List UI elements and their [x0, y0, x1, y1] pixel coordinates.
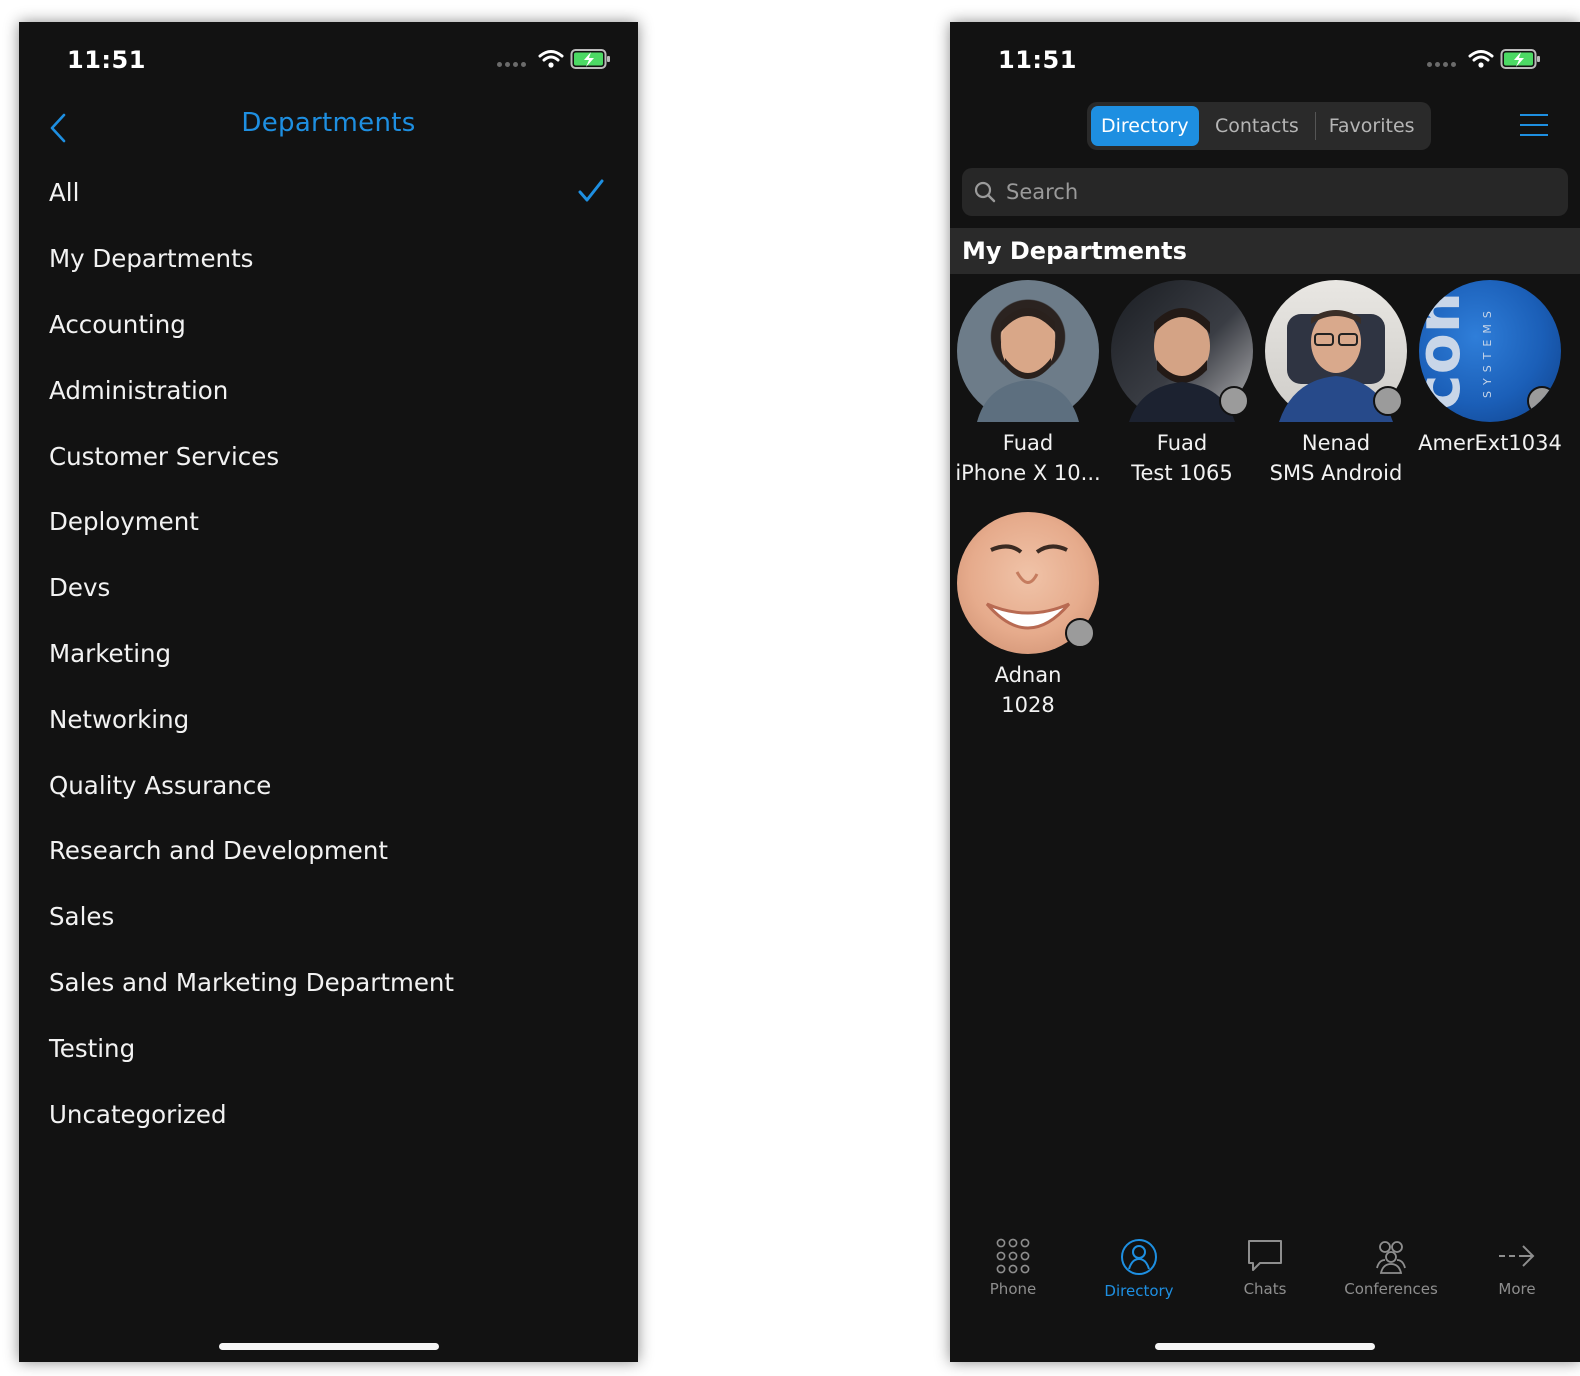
- department-label: My Departments: [49, 244, 254, 274]
- wifi-icon: [1468, 50, 1494, 68]
- status-time: 11:51: [67, 46, 146, 74]
- tab-label: More: [1498, 1280, 1536, 1298]
- departments-screen: 11:51 Departments All My Departments Acc…: [19, 22, 638, 1362]
- view-switcher: Directory Contacts Favorites: [1087, 102, 1431, 150]
- search-bar: [962, 168, 1568, 216]
- department-label: Quality Assurance: [49, 770, 272, 800]
- presence-indicator: [1065, 618, 1095, 648]
- battery-icon: [570, 49, 610, 69]
- tab-directory-bottom[interactable]: Directory: [1076, 1238, 1202, 1318]
- department-item-customer-services[interactable]: Customer Services: [19, 423, 638, 489]
- signal-icon: [1427, 61, 1456, 67]
- department-label: Networking: [49, 704, 190, 734]
- avatar-photo: [977, 308, 1079, 422]
- tab-favorites[interactable]: Favorites: [1316, 106, 1427, 146]
- signal-icon: [497, 61, 526, 67]
- person-icon: [1121, 1239, 1157, 1275]
- hamburger-menu-icon[interactable]: [1518, 112, 1550, 138]
- contact-subtitle: iPhone X 10...: [955, 461, 1101, 485]
- avatar: [1111, 280, 1253, 422]
- department-item-quality-assurance[interactable]: Quality Assurance: [19, 752, 638, 818]
- contact-subtitle: 1028: [1001, 693, 1055, 717]
- contact-card[interactable]: Fuad iPhone X 10...: [951, 280, 1105, 488]
- contact-card[interactable]: Fuad Test 1065: [1105, 280, 1259, 488]
- wifi-icon: [538, 50, 564, 68]
- home-indicator[interactable]: [218, 1343, 439, 1350]
- department-item-uncategorized[interactable]: Uncategorized: [19, 1081, 638, 1147]
- arrow-right-icon: [1499, 1245, 1535, 1267]
- department-label: Customer Services: [49, 441, 280, 471]
- bottom-tab-bar: Phone Directory Chats Conferences More: [950, 1238, 1580, 1318]
- tab-label: Directory: [1104, 1282, 1174, 1300]
- department-item-networking[interactable]: Networking: [19, 686, 638, 752]
- home-indicator[interactable]: [1155, 1343, 1375, 1350]
- tab-label: Chats: [1243, 1280, 1287, 1298]
- contact-card[interactable]: com SYSTEMS AmerExt1034: [1413, 280, 1567, 458]
- avatar: com SYSTEMS: [1419, 280, 1561, 422]
- status-icons: [497, 48, 612, 70]
- search-input[interactable]: [1004, 179, 1488, 205]
- contact-subtitle: SMS Android: [1269, 461, 1403, 485]
- search-icon: [974, 181, 996, 203]
- department-item-devs[interactable]: Devs: [19, 555, 638, 621]
- directory-screen: 11:51 Directory Contacts Favorites Searc…: [950, 22, 1580, 1362]
- department-label: Uncategorized: [49, 1099, 227, 1129]
- department-label: Devs: [49, 573, 111, 603]
- contact-name: Adnan: [994, 663, 1062, 687]
- svg-text:com: com: [1419, 280, 1474, 410]
- tab-phone[interactable]: Phone: [950, 1238, 1076, 1318]
- battery-icon: [1500, 49, 1540, 69]
- status-time: 11:51: [998, 46, 1077, 74]
- contact-card[interactable]: Nenad SMS Android: [1259, 280, 1413, 488]
- checkmark-icon: [578, 179, 604, 202]
- tab-label: Conferences: [1344, 1280, 1438, 1298]
- department-label: Deployment: [49, 507, 199, 537]
- presence-indicator: [1373, 386, 1403, 416]
- status-icons: [1427, 48, 1542, 70]
- contact-name: AmerExt1034: [1418, 431, 1562, 455]
- department-item-sales[interactable]: Sales: [19, 884, 638, 950]
- contact-name: Fuad: [1002, 431, 1054, 455]
- contact-name: Fuad: [1156, 431, 1208, 455]
- chat-bubble-icon: [1248, 1240, 1282, 1271]
- department-label: All: [49, 178, 80, 208]
- section-header: My Departments: [950, 228, 1580, 274]
- department-label: Accounting: [49, 309, 186, 339]
- tab-directory[interactable]: Directory: [1091, 106, 1199, 146]
- department-item-testing[interactable]: Testing: [19, 1015, 638, 1081]
- department-item-deployment[interactable]: Deployment: [19, 489, 638, 555]
- tab-contacts[interactable]: Contacts: [1199, 106, 1316, 146]
- tab-chats[interactable]: Chats: [1202, 1238, 1328, 1318]
- department-label: Testing: [49, 1033, 136, 1063]
- department-item-administration[interactable]: Administration: [19, 357, 638, 423]
- contact-subtitle: Test 1065: [1131, 461, 1233, 485]
- avatar: [957, 512, 1099, 654]
- department-item-all[interactable]: All: [19, 160, 638, 226]
- presence-indicator: [1219, 386, 1249, 416]
- department-list: All My Departments Accounting Administra…: [19, 160, 638, 1147]
- avatar: [957, 280, 1099, 422]
- department-label: Sales and Marketing Department: [49, 967, 455, 997]
- svg-text:SYSTEMS: SYSTEMS: [1481, 305, 1494, 398]
- dialpad-icon: [996, 1238, 1030, 1274]
- tab-label: Phone: [989, 1280, 1037, 1298]
- tab-more[interactable]: More: [1454, 1238, 1580, 1318]
- department-label: Marketing: [49, 638, 172, 668]
- department-label: Sales: [49, 902, 115, 932]
- contact-name: Nenad: [1301, 431, 1371, 455]
- page-title: Departments: [241, 108, 416, 138]
- tab-conferences[interactable]: Conferences: [1328, 1238, 1454, 1318]
- department-item-accounting[interactable]: Accounting: [19, 292, 638, 358]
- people-group-icon: [1376, 1241, 1406, 1274]
- avatar: [1265, 280, 1407, 422]
- contact-card[interactable]: Adnan 1028: [951, 512, 1105, 720]
- presence-indicator: [1527, 386, 1557, 416]
- department-item-sales-and-marketing[interactable]: Sales and Marketing Department: [19, 950, 638, 1016]
- department-label: Research and Development: [49, 836, 388, 866]
- department-item-marketing[interactable]: Marketing: [19, 621, 638, 687]
- department-item-research-and-development[interactable]: Research and Development: [19, 818, 638, 884]
- department-item-my-departments[interactable]: My Departments: [19, 226, 638, 292]
- department-label: Administration: [49, 375, 229, 405]
